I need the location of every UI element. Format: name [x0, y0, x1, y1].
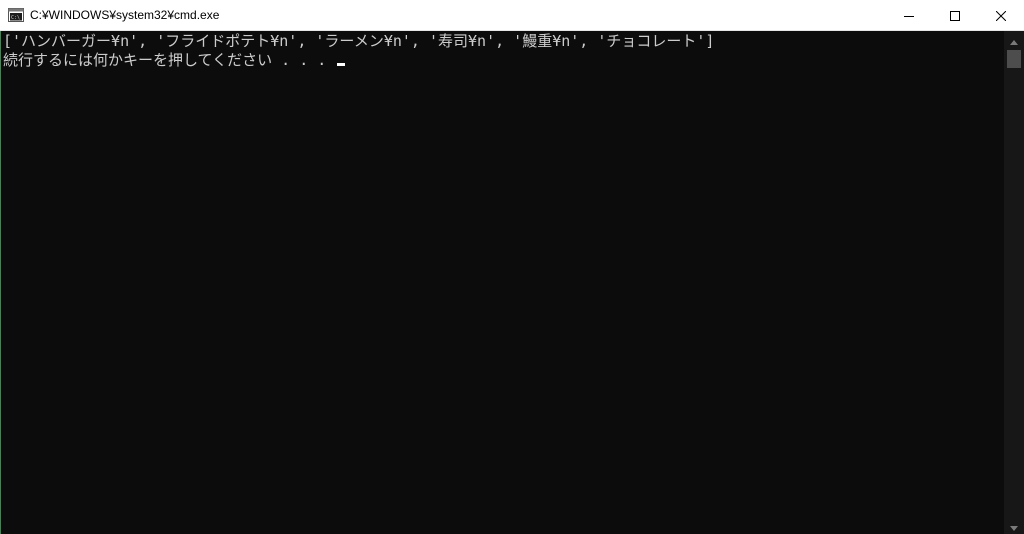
console-line: 続行するには何かキーを押してください . . .: [3, 51, 1004, 70]
cmd-window: C:\ C:¥WINDOWS¥system32¥cmd.exe ['ハンバーガー…: [0, 0, 1024, 534]
svg-text:C:\: C:\: [11, 15, 20, 21]
close-button[interactable]: [978, 0, 1024, 31]
close-icon: [995, 6, 1007, 25]
console-line: ['ハンバーガー¥n', 'フライドポテト¥n', 'ラーメン¥n', '寿司¥…: [3, 32, 715, 50]
console-prompt-text: 続行するには何かキーを押してください . . .: [3, 51, 336, 69]
scrollbar-thumb[interactable]: [1007, 50, 1021, 68]
vertical-scrollbar[interactable]: [1004, 31, 1024, 534]
window-title: C:¥WINDOWS¥system32¥cmd.exe: [30, 8, 220, 22]
scroll-up-button[interactable]: [1004, 31, 1024, 48]
window-controls: [886, 0, 1024, 31]
scroll-down-button[interactable]: [1004, 517, 1024, 534]
title-bar[interactable]: C:\ C:¥WINDOWS¥system32¥cmd.exe: [0, 0, 1024, 31]
maximize-icon: [950, 6, 960, 25]
minimize-icon: [904, 6, 914, 25]
maximize-button[interactable]: [932, 0, 978, 31]
scroll-up-arrow-icon: [1010, 30, 1018, 49]
minimize-button[interactable]: [886, 0, 932, 31]
console-output[interactable]: ['ハンバーガー¥n', 'フライドポテト¥n', 'ラーメン¥n', '寿司¥…: [1, 31, 1004, 534]
text-cursor: [337, 63, 346, 66]
scroll-down-arrow-icon: [1010, 516, 1018, 534]
cmd-icon: C:\: [8, 7, 24, 23]
